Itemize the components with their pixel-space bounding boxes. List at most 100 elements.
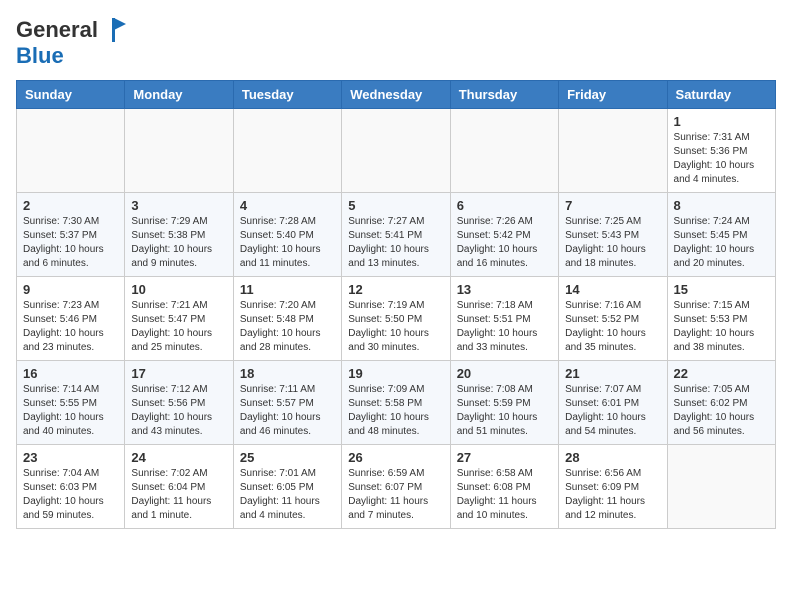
calendar-header-row: SundayMondayTuesdayWednesdayThursdayFrid… [17,81,776,109]
calendar-cell: 28 Sunrise: 6:56 AM Sunset: 6:09 PM Dayli… [559,445,667,529]
day-info: Sunrise: 6:58 AM Sunset: 6:08 PM Dayligh… [457,467,552,523]
calendar-cell [17,109,125,193]
calendar-cell: 3 Sunrise: 7:29 AM Sunset: 5:38 PM Daylig… [125,193,233,277]
calendar-cell: 6 Sunrise: 7:26 AM Sunset: 5:42 PM Daylig… [450,193,558,277]
day-number: 25 [240,450,335,465]
day-number: 2 [23,198,118,213]
day-number: 11 [240,282,335,297]
day-number: 22 [674,366,769,381]
calendar-cell: 12 Sunrise: 7:19 AM Sunset: 5:50 PM Dayli… [342,277,450,361]
calendar-cell: 5 Sunrise: 7:27 AM Sunset: 5:41 PM Daylig… [342,193,450,277]
calendar-week-2: 2Sunrise: 7:30 AM Sunset: 5:37 PM Daylig… [17,193,776,277]
calendar-week-3: 9Sunrise: 7:23 AM Sunset: 5:46 PM Daylig… [17,277,776,361]
day-info: Sunrise: 7:21 AM Sunset: 5:47 PM Dayligh… [131,299,226,355]
calendar-week-4: 16 Sunrise: 7:14 AM Sunset: 5:55 PM Dayli… [17,361,776,445]
weekday-header-saturday: Saturday [667,81,775,109]
day-info: Sunrise: 7:26 AM Sunset: 5:42 PM Dayligh… [457,215,552,271]
weekday-header-wednesday: Wednesday [342,81,450,109]
calendar-cell: 26 Sunrise: 6:59 AM Sunset: 6:07 PM Dayli… [342,445,450,529]
calendar-cell: 20 Sunrise: 7:08 AM Sunset: 5:59 PM Dayli… [450,361,558,445]
calendar-cell: 23 Sunrise: 7:04 AM Sunset: 6:03 PM Dayli… [17,445,125,529]
day-number: 5 [348,198,443,213]
calendar-cell: 10 Sunrise: 7:21 AM Sunset: 5:47 PM Dayli… [125,277,233,361]
calendar-cell: 25Sunrise: 7:01 AM Sunset: 6:05 PM Dayli… [233,445,341,529]
calendar-cell: 8Sunrise: 7:24 AM Sunset: 5:45 PM Daylig… [667,193,775,277]
day-number: 18 [240,366,335,381]
day-number: 21 [565,366,660,381]
day-info: Sunrise: 6:59 AM Sunset: 6:07 PM Dayligh… [348,467,443,523]
day-number: 7 [565,198,660,213]
calendar-cell: 1 Sunrise: 7:31 AM Sunset: 5:36 PM Daylig… [667,109,775,193]
day-number: 24 [131,450,226,465]
calendar-cell: 16 Sunrise: 7:14 AM Sunset: 5:55 PM Dayli… [17,361,125,445]
calendar-cell [233,109,341,193]
day-info: Sunrise: 7:16 AM Sunset: 5:52 PM Dayligh… [565,299,660,355]
day-info: Sunrise: 7:15 AM Sunset: 5:53 PM Dayligh… [674,299,769,355]
calendar-cell: 17 Sunrise: 7:12 AM Sunset: 5:56 PM Dayli… [125,361,233,445]
calendar-cell: 4 Sunrise: 7:28 AM Sunset: 5:40 PM Daylig… [233,193,341,277]
day-info: Sunrise: 7:11 AM Sunset: 5:57 PM Dayligh… [240,383,335,439]
calendar-cell: 19 Sunrise: 7:09 AM Sunset: 5:58 PM Dayli… [342,361,450,445]
calendar-cell [125,109,233,193]
day-number: 23 [23,450,118,465]
calendar-cell: 24 Sunrise: 7:02 AM Sunset: 6:04 PM Dayli… [125,445,233,529]
page-header: General Blue [16,16,776,68]
calendar-cell: 18 Sunrise: 7:11 AM Sunset: 5:57 PM Dayli… [233,361,341,445]
calendar-cell: 22 Sunrise: 7:05 AM Sunset: 6:02 PM Dayli… [667,361,775,445]
calendar-cell: 21 Sunrise: 7:07 AM Sunset: 6:01 PM Dayli… [559,361,667,445]
day-number: 10 [131,282,226,297]
calendar-table: SundayMondayTuesdayWednesdayThursdayFrid… [16,80,776,529]
day-number: 27 [457,450,552,465]
day-number: 20 [457,366,552,381]
weekday-header-friday: Friday [559,81,667,109]
day-info: Sunrise: 7:18 AM Sunset: 5:51 PM Dayligh… [457,299,552,355]
calendar-cell: 9Sunrise: 7:23 AM Sunset: 5:46 PM Daylig… [17,277,125,361]
logo-general: General [16,17,98,42]
day-number: 16 [23,366,118,381]
logo-flag-icon [100,16,128,44]
day-info: Sunrise: 7:07 AM Sunset: 6:01 PM Dayligh… [565,383,660,439]
day-number: 13 [457,282,552,297]
day-number: 17 [131,366,226,381]
day-number: 3 [131,198,226,213]
day-info: Sunrise: 7:29 AM Sunset: 5:38 PM Dayligh… [131,215,226,271]
day-info: Sunrise: 7:14 AM Sunset: 5:55 PM Dayligh… [23,383,118,439]
day-info: Sunrise: 7:09 AM Sunset: 5:58 PM Dayligh… [348,383,443,439]
day-info: Sunrise: 7:27 AM Sunset: 5:41 PM Dayligh… [348,215,443,271]
weekday-header-tuesday: Tuesday [233,81,341,109]
weekday-header-thursday: Thursday [450,81,558,109]
day-info: Sunrise: 7:02 AM Sunset: 6:04 PM Dayligh… [131,467,226,523]
day-number: 26 [348,450,443,465]
day-info: Sunrise: 7:20 AM Sunset: 5:48 PM Dayligh… [240,299,335,355]
weekday-header-sunday: Sunday [17,81,125,109]
day-number: 1 [674,114,769,129]
calendar-cell [450,109,558,193]
calendar-week-5: 23 Sunrise: 7:04 AM Sunset: 6:03 PM Dayli… [17,445,776,529]
day-info: Sunrise: 6:56 AM Sunset: 6:09 PM Dayligh… [565,467,660,523]
calendar-cell: 2Sunrise: 7:30 AM Sunset: 5:37 PM Daylig… [17,193,125,277]
day-info: Sunrise: 7:28 AM Sunset: 5:40 PM Dayligh… [240,215,335,271]
day-info: Sunrise: 7:19 AM Sunset: 5:50 PM Dayligh… [348,299,443,355]
calendar-cell: 11 Sunrise: 7:20 AM Sunset: 5:48 PM Dayli… [233,277,341,361]
calendar-week-1: 1 Sunrise: 7:31 AM Sunset: 5:36 PM Daylig… [17,109,776,193]
calendar-cell: 15 Sunrise: 7:15 AM Sunset: 5:53 PM Dayli… [667,277,775,361]
calendar-cell: 14Sunrise: 7:16 AM Sunset: 5:52 PM Dayli… [559,277,667,361]
day-info: Sunrise: 7:04 AM Sunset: 6:03 PM Dayligh… [23,467,118,523]
calendar-cell: 7Sunrise: 7:25 AM Sunset: 5:43 PM Daylig… [559,193,667,277]
day-info: Sunrise: 7:31 AM Sunset: 5:36 PM Dayligh… [674,131,769,187]
day-number: 12 [348,282,443,297]
day-info: Sunrise: 7:08 AM Sunset: 5:59 PM Dayligh… [457,383,552,439]
logo: General Blue [16,16,128,68]
calendar-cell: 13 Sunrise: 7:18 AM Sunset: 5:51 PM Dayli… [450,277,558,361]
day-number: 19 [348,366,443,381]
day-info: Sunrise: 7:05 AM Sunset: 6:02 PM Dayligh… [674,383,769,439]
day-number: 6 [457,198,552,213]
day-number: 4 [240,198,335,213]
day-info: Sunrise: 7:23 AM Sunset: 5:46 PM Dayligh… [23,299,118,355]
day-number: 28 [565,450,660,465]
day-number: 15 [674,282,769,297]
day-info: Sunrise: 7:12 AM Sunset: 5:56 PM Dayligh… [131,383,226,439]
logo-blue: Blue [16,44,64,68]
calendar-cell [667,445,775,529]
calendar-cell [559,109,667,193]
